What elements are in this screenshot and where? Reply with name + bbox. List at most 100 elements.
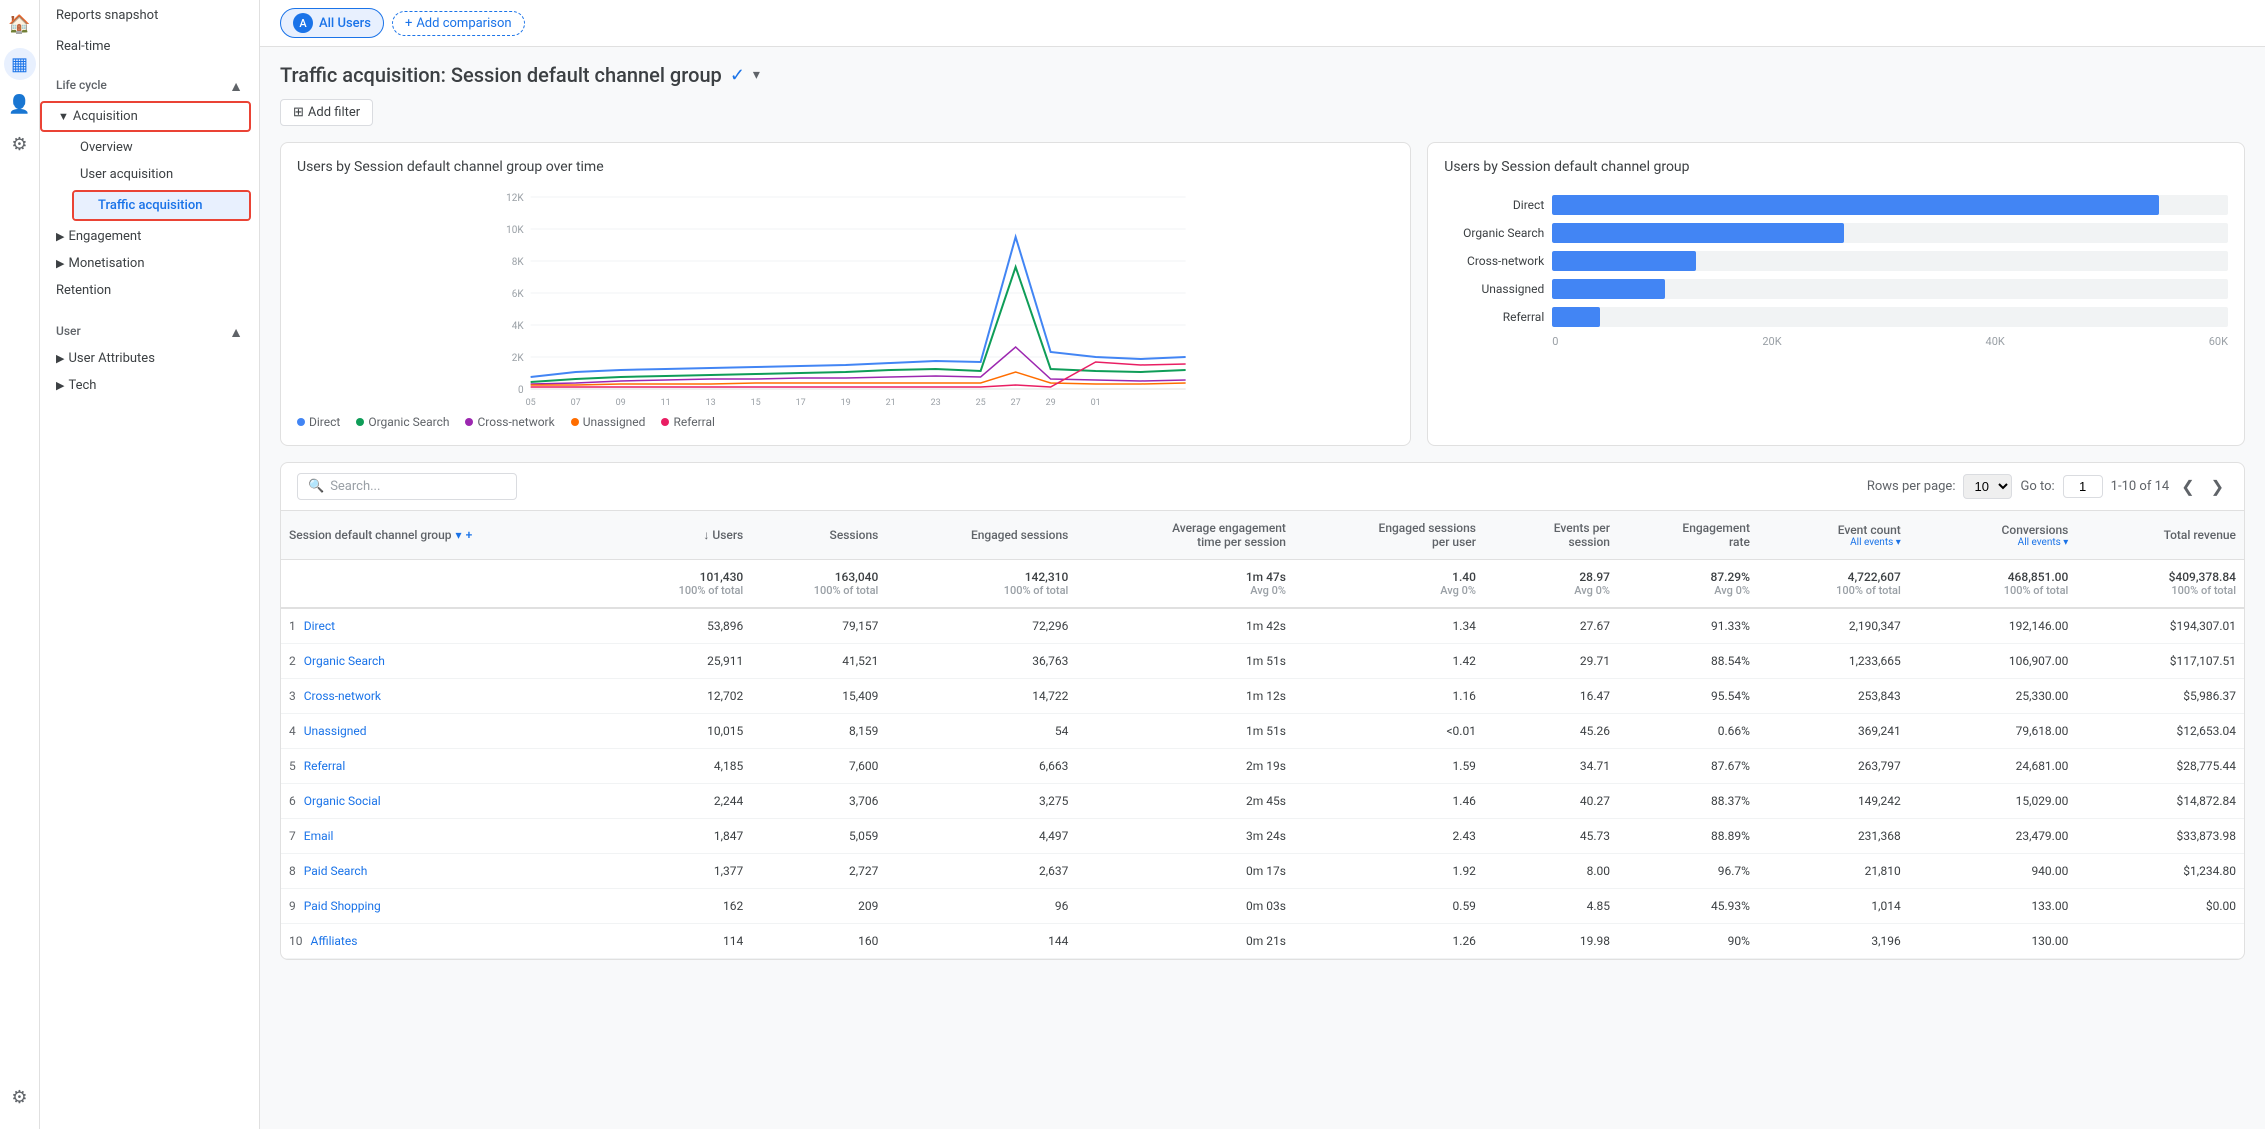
add-filter-label: Add filter [308,105,360,120]
legend-dot-cross-network [465,418,473,426]
svg-text:12K: 12K [506,193,524,204]
col-header-eng-per-user[interactable]: Engaged sessions per user [1294,511,1484,560]
col-header-sessions[interactable]: Sessions [751,511,886,560]
bar-row-direct: Direct [1444,195,2228,215]
add-comparison-button[interactable]: + Add comparison [392,11,525,36]
all-users-label: All Users [319,16,371,31]
legend-organic-search: Organic Search [356,415,449,429]
svg-text:27: 27 [1011,398,1021,407]
bar-track-unassigned [1552,279,2228,299]
reports-icon[interactable]: ▦ [4,48,36,80]
sidebar-item-traffic-acquisition[interactable]: Traffic acquisition [74,192,249,219]
sidebar-item-retention[interactable]: Retention [40,277,251,304]
sidebar-item-tech[interactable]: ▶ Tech [40,372,251,399]
add-filter-button[interactable]: ⊞ Add filter [280,99,373,126]
bar-fill-organic-search [1552,223,1844,243]
engagement-expand-icon: ▶ [56,230,64,243]
lifecycle-section-header[interactable]: Life cycle ▲ [40,66,259,99]
bar-row-unassigned: Unassigned [1444,279,2228,299]
goto-input[interactable] [2063,475,2103,498]
bar-track-referral [1552,307,2228,327]
svg-text:23: 23 [931,398,941,407]
col-header-users[interactable]: ↓ Users [616,511,751,560]
bar-chart-title: Users by Session default channel group [1444,159,2228,175]
sidebar-item-acquisition[interactable]: ▼ Acquisition [42,103,249,130]
legend-dot-referral [661,418,669,426]
search-icon: 🔍 [308,479,324,494]
sidebar-item-realtime[interactable]: Real-time [40,31,259,62]
col-header-eng-rate[interactable]: Engagement rate [1618,511,1758,560]
bar-row-cross-network: Cross-network [1444,251,2228,271]
table-row: 7Email 1,8475,0594,4973m 24s2.4345.7388.… [281,819,2244,854]
data-table: Session default channel group ▾ + ↓ User… [281,511,2244,959]
search-box[interactable]: 🔍 Search... [297,473,517,500]
col-header-revenue[interactable]: Total revenue [2076,511,2244,560]
main-content: A All Users + Add comparison Traffic acq… [260,0,2265,1129]
sidebar-item-reports-snapshot[interactable]: Reports snapshot [40,0,259,31]
sidebar-item-monetisation[interactable]: ▶ Monetisation [40,250,251,277]
bar-axis-0: 0 [1552,335,1558,348]
bar-track-direct [1552,195,2228,215]
line-chart-legend: Direct Organic Search Cross-network Unas… [297,415,1394,429]
legend-label-referral: Referral [673,415,715,429]
lifecycle-label: Life cycle [56,78,107,95]
pagination-controls: Rows per page: 10 25 50 Go to: 1-10 of 1… [1867,474,2228,499]
sidebar-item-user-acquisition[interactable]: User acquisition [40,161,251,188]
user-section-header[interactable]: User ▲ [40,312,259,345]
svg-text:13: 13 [706,398,716,407]
col-filter-icon[interactable]: ▾ [456,528,462,542]
col-header-conversions[interactable]: Conversions All events ▾ [1909,511,2077,560]
audience-icon[interactable]: 👤 [4,88,36,120]
search-placeholder: Search... [330,479,380,494]
svg-text:09: 09 [616,398,626,407]
totals-row: 101,430 100% of total 163,040 100% of to… [281,560,2244,609]
totals-avg-time: 1m 47s Avg 0% [1076,560,1294,609]
totals-conversions: 468,851.00 100% of total [1909,560,2077,609]
verified-icon: ✓ [730,65,745,86]
rows-per-page-label: Rows per page: [1867,479,1956,494]
goto-label: Go to: [2020,479,2054,494]
bottom-settings-icon[interactable]: ⚙ [4,1081,36,1113]
legend-dot-organic-search [356,418,364,426]
sidebar-item-user-attributes[interactable]: ▶ User Attributes [40,345,251,372]
title-dropdown-icon[interactable]: ▾ [753,67,760,83]
bar-fill-direct [1552,195,2159,215]
totals-eng-per-user: 1.40 Avg 0% [1294,560,1484,609]
table-row: 8Paid Search 1,3772,7272,6370m 17s1.928.… [281,854,2244,889]
bar-chart-content: Direct Organic Search Cross-network [1444,187,2228,348]
legend-referral: Referral [661,415,715,429]
bar-track-cross-network [1552,251,2228,271]
bar-label-unassigned: Unassigned [1444,282,1544,296]
line-chart-svg: 12K 10K 8K 6K 4K 2K 0 [297,187,1394,407]
bar-fill-cross-network [1552,251,1695,271]
settings-icon[interactable]: ⚙ [4,128,36,160]
table-row: 2Organic Search 25,91141,52136,7631m 51s… [281,644,2244,679]
svg-text:15: 15 [751,398,761,407]
sidebar-item-overview[interactable]: Overview [40,134,251,161]
line-chart-card: Users by Session default channel group o… [280,142,1411,446]
charts-row: Users by Session default channel group o… [280,142,2245,446]
bar-row-organic-search: Organic Search [1444,223,2228,243]
tech-expand-icon: ▶ [56,379,64,392]
table-scroll-area: Session default channel group ▾ + ↓ User… [281,511,2244,959]
page-title: Traffic acquisition: Session default cha… [280,63,722,87]
rows-per-page-select[interactable]: 10 25 50 [1963,474,2012,499]
home-icon[interactable]: 🏠 [4,8,36,40]
col-header-engaged-sessions[interactable]: Engaged sessions [886,511,1076,560]
col-header-avg-time[interactable]: Average engagement time per session [1076,511,1294,560]
svg-text:17: 17 [796,398,806,407]
col-header-events-per[interactable]: Events per session [1484,511,1618,560]
legend-label-direct: Direct [309,415,340,429]
user-section-label: User [56,324,81,341]
col-add-icon[interactable]: + [466,528,473,542]
traffic-acquisition-label: Traffic acquisition [98,198,202,213]
col-header-channel[interactable]: Session default channel group ▾ + [281,511,616,560]
all-users-chip[interactable]: A All Users [280,8,384,38]
acquisition-expand-icon: ▼ [58,110,69,123]
col-header-event-count[interactable]: Event count All events ▾ [1758,511,1909,560]
monetisation-expand-icon: ▶ [56,257,64,270]
prev-page-button[interactable]: ❮ [2177,475,2198,499]
page-info: 1-10 of 14 [2111,479,2170,494]
sidebar-item-engagement[interactable]: ▶ Engagement [40,223,251,250]
next-page-button[interactable]: ❯ [2207,475,2228,499]
